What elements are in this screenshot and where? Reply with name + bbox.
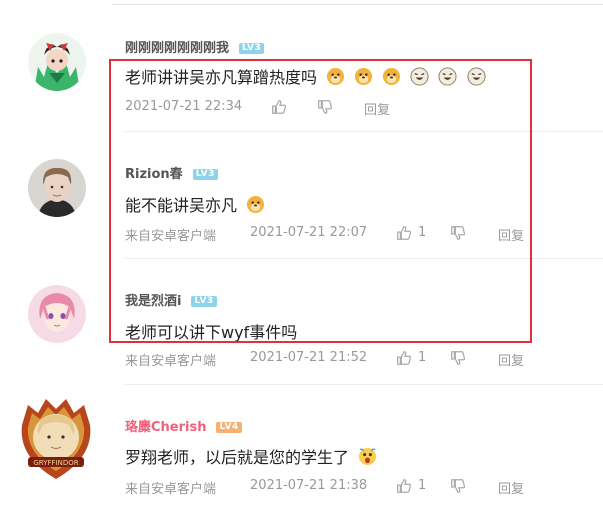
like-count: 1	[418, 350, 427, 365]
highlight-box	[109, 59, 532, 343]
top-divider	[112, 4, 603, 5]
avatar-frame[interactable]: GRYFFINDOR	[14, 395, 98, 483]
comment-text: 罗翔老师，以后就是您的学生了	[125, 444, 377, 468]
comment-source: 来自安卓客户端	[125, 482, 217, 497]
dislike-icon[interactable]	[449, 477, 467, 495]
dislike-icon[interactable]	[449, 349, 467, 367]
avatar[interactable]	[28, 285, 86, 343]
reply-button[interactable]: 回复	[498, 478, 524, 497]
username[interactable]: 刚刚刚刚刚刚刚我 LV3	[125, 37, 265, 56]
comment-meta: 来自安卓客户端 2021-07-21 21:52 1 回复	[125, 350, 603, 370]
username[interactable]: 珞麋Cherish LV4	[125, 416, 242, 435]
comment-time: 2021-07-21 21:52	[250, 350, 368, 365]
comment-time: 2021-07-21 21:38	[250, 478, 368, 493]
level-badge: LV4	[216, 422, 242, 433]
like-count: 1	[418, 478, 427, 493]
level-badge: LV3	[239, 43, 265, 54]
reply-button[interactable]: 回复	[498, 350, 524, 369]
comment-meta: 来自安卓客户端 2021-07-21 21:38 1 回复	[125, 478, 603, 498]
like-icon[interactable]	[395, 477, 413, 495]
divider	[125, 384, 603, 385]
shocked-emoji-icon	[359, 447, 377, 466]
gryffindor-crest-icon: GRYFFINDOR	[21, 399, 91, 479]
avatar[interactable]	[28, 159, 86, 217]
avatar[interactable]	[28, 33, 86, 91]
like-icon[interactable]	[395, 349, 413, 367]
comment-source: 来自安卓客户端	[125, 354, 217, 369]
svg-text:GRYFFINDOR: GRYFFINDOR	[33, 459, 78, 467]
